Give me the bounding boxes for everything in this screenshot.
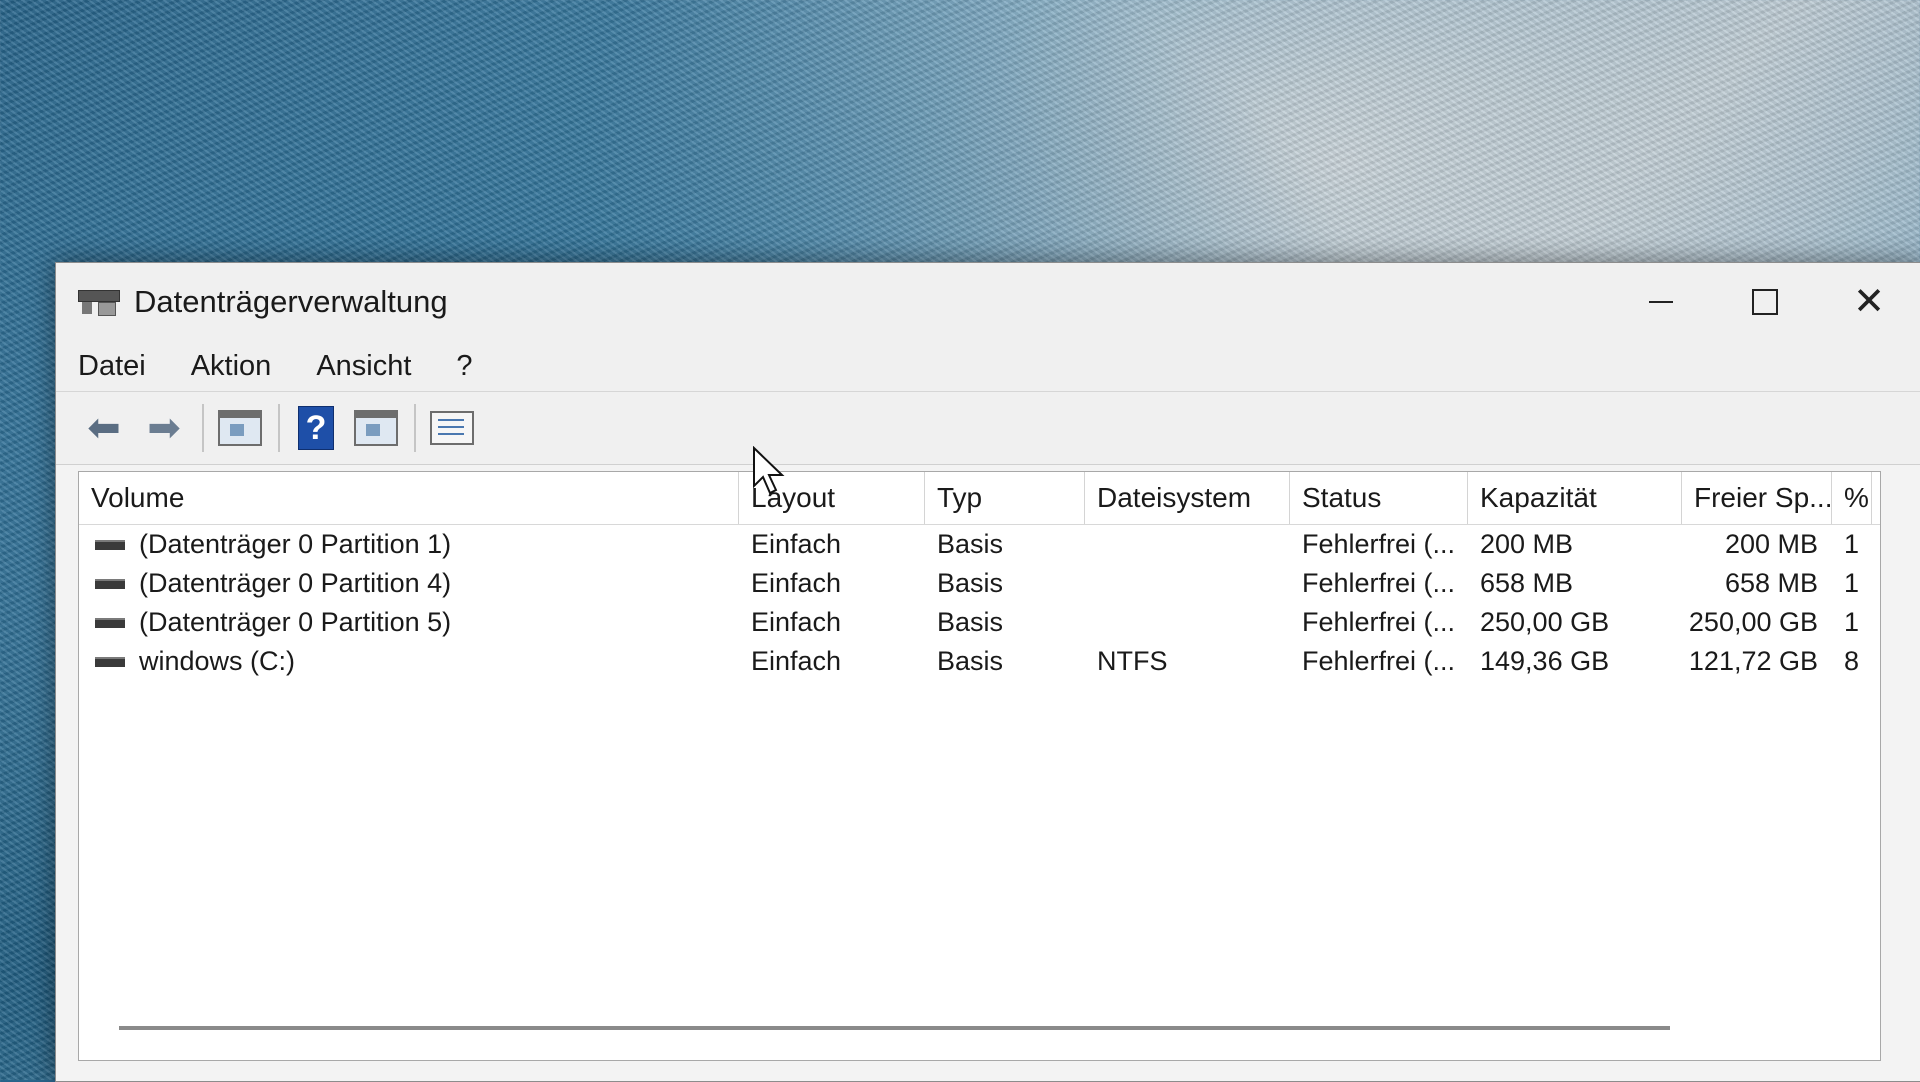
show-hide-action-pane-button[interactable]	[350, 403, 402, 453]
cell-kapazitaet: 200 MB	[1480, 529, 1574, 559]
table-row[interactable]: windows (C:) Einfach Basis NTFS Fehlerfr…	[79, 642, 1880, 681]
cell-layout: Einfach	[751, 529, 842, 559]
cell-layout: Einfach	[751, 607, 842, 637]
cell-volume: (Datenträger 0 Partition 5)	[139, 607, 452, 637]
menu-datei[interactable]: Datei	[78, 350, 146, 383]
close-button[interactable]: ✕	[1817, 263, 1920, 341]
cell-volume: (Datenträger 0 Partition 4)	[139, 568, 452, 598]
cell-typ: Basis	[937, 607, 1004, 637]
properties-button[interactable]	[426, 403, 478, 453]
cell-percent: 1	[1844, 607, 1860, 637]
column-header-dateisystem[interactable]: Dateisystem	[1085, 472, 1290, 524]
volume-icon	[95, 617, 125, 628]
properties-list-icon	[430, 411, 474, 445]
cell-percent: 1	[1844, 529, 1860, 559]
cell-status: Fehlerfrei (...	[1302, 568, 1456, 598]
cell-layout: Einfach	[751, 646, 842, 676]
column-header-typ[interactable]: Typ	[925, 472, 1085, 524]
forward-button[interactable]: ➡	[138, 403, 190, 453]
menu-aktion[interactable]: Aktion	[191, 350, 272, 383]
cell-kapazitaet: 250,00 GB	[1480, 607, 1610, 637]
cell-layout: Einfach	[751, 568, 842, 598]
volume-list[interactable]: Volume Layout Typ Dateisystem Status Kap…	[78, 471, 1881, 1061]
cell-freier-speicher: 200 MB	[1724, 529, 1818, 559]
toolbar: ⬅ ➡ ?	[56, 391, 1920, 465]
menu-ansicht[interactable]: Ansicht	[316, 350, 411, 383]
help-icon: ?	[298, 406, 334, 450]
forward-arrow-icon: ➡	[147, 406, 181, 450]
table-row[interactable]: (Datenträger 0 Partition 5) Einfach Basi…	[79, 603, 1880, 642]
cell-status: Fehlerfrei (...	[1302, 646, 1456, 676]
cell-percent: 8	[1844, 646, 1860, 676]
cell-status: Fehlerfrei (...	[1302, 607, 1456, 637]
column-header-percent[interactable]: %	[1832, 472, 1872, 524]
disk-management-window: Datenträgerverwaltung ✕ Datei Aktion Ans…	[55, 262, 1920, 1082]
minimize-button[interactable]	[1609, 263, 1713, 341]
cell-kapazitaet: 658 MB	[1480, 568, 1574, 598]
cell-dateisystem: NTFS	[1097, 646, 1168, 676]
cell-typ: Basis	[937, 646, 1004, 676]
maximize-icon	[1752, 289, 1778, 315]
volume-icon	[95, 578, 125, 589]
cell-freier-speicher: 121,72 GB	[1688, 646, 1818, 676]
cell-status: Fehlerfrei (...	[1302, 529, 1456, 559]
cell-typ: Basis	[937, 529, 1004, 559]
window-title: Datenträgerverwaltung	[134, 284, 448, 319]
close-icon: ✕	[1853, 281, 1885, 323]
column-header-freier-speicher[interactable]: Freier Sp...	[1682, 472, 1832, 524]
volume-icon	[95, 656, 125, 667]
action-pane-icon	[354, 410, 398, 446]
disk-management-app-icon	[78, 288, 120, 316]
cell-freier-speicher: 250,00 GB	[1688, 607, 1818, 637]
column-header-row: Volume Layout Typ Dateisystem Status Kap…	[79, 472, 1880, 525]
cell-percent: 1	[1844, 568, 1860, 598]
table-row[interactable]: (Datenträger 0 Partition 4) Einfach Basi…	[79, 564, 1880, 603]
cell-volume: (Datenträger 0 Partition 1)	[139, 529, 452, 559]
cell-kapazitaet: 149,36 GB	[1480, 646, 1610, 676]
mouse-cursor-icon	[753, 446, 785, 495]
column-header-volume[interactable]: Volume	[79, 472, 739, 524]
window-controls: ✕	[1609, 263, 1920, 341]
volume-icon	[95, 539, 125, 550]
back-button[interactable]: ⬅	[78, 403, 130, 453]
horizontal-scrollbar[interactable]	[119, 1026, 1670, 1030]
cell-typ: Basis	[937, 568, 1004, 598]
cell-freier-speicher: 658 MB	[1724, 568, 1818, 598]
title-bar[interactable]: Datenträgerverwaltung ✕	[56, 263, 1920, 341]
toolbar-separator	[278, 404, 280, 452]
back-arrow-icon: ⬅	[87, 406, 121, 450]
table-row[interactable]: (Datenträger 0 Partition 1) Einfach Basi…	[79, 525, 1880, 564]
minimize-icon	[1649, 301, 1673, 303]
menu-bar: Datei Aktion Ansicht ?	[56, 341, 1920, 391]
column-header-status[interactable]: Status	[1290, 472, 1468, 524]
maximize-button[interactable]	[1713, 263, 1817, 341]
toolbar-separator	[414, 404, 416, 452]
console-tree-icon	[218, 410, 262, 446]
cell-volume: windows (C:)	[139, 646, 296, 676]
toolbar-separator	[202, 404, 204, 452]
menu-help[interactable]: ?	[456, 350, 472, 383]
show-hide-console-tree-button[interactable]	[214, 403, 266, 453]
column-header-kapazitaet[interactable]: Kapazität	[1468, 472, 1682, 524]
help-button[interactable]: ?	[290, 403, 342, 453]
